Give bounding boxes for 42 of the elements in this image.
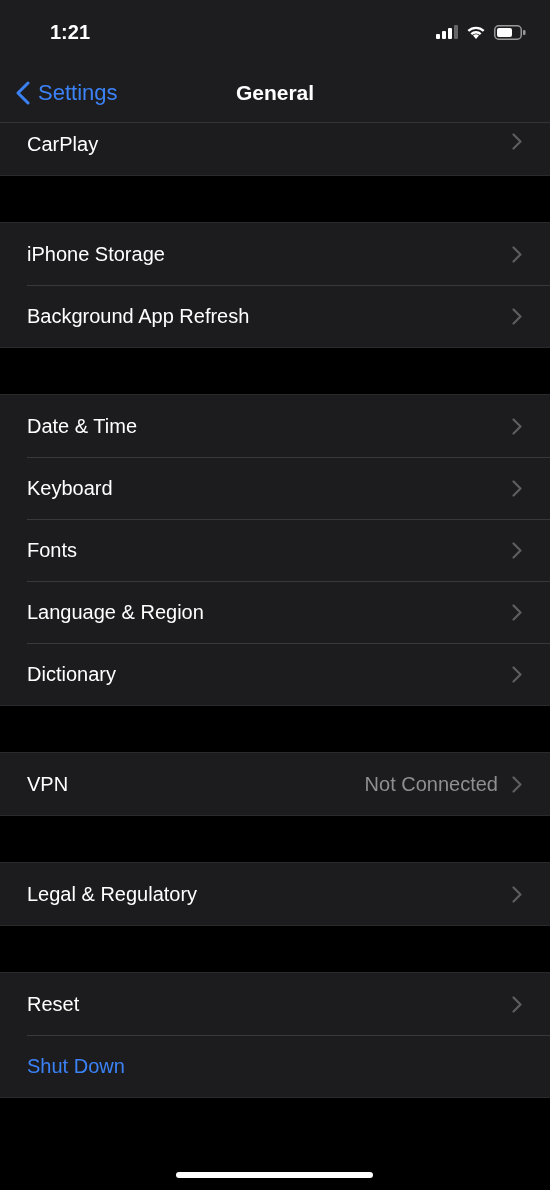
settings-row[interactable]: Date & Time bbox=[0, 395, 550, 457]
settings-row[interactable]: CarPlay bbox=[0, 123, 550, 175]
row-label: Legal & Regulatory bbox=[27, 882, 199, 906]
settings-row[interactable]: iPhone Storage bbox=[0, 223, 550, 285]
row-value: Not Connected bbox=[364, 772, 498, 796]
chevron-right-icon bbox=[512, 541, 522, 559]
signal-icon bbox=[436, 25, 458, 39]
settings-row[interactable]: Legal & Regulatory bbox=[0, 863, 550, 925]
settings-row[interactable]: Reset bbox=[0, 973, 550, 1035]
row-label: Date & Time bbox=[27, 414, 139, 438]
row-label: Background App Refresh bbox=[27, 304, 251, 328]
battery-icon bbox=[494, 24, 526, 40]
row-label: iPhone Storage bbox=[27, 242, 166, 266]
chevron-right-icon bbox=[512, 885, 522, 903]
screen-title: General bbox=[235, 81, 315, 104]
chevron-right-icon bbox=[512, 665, 522, 683]
row-label: Reset bbox=[27, 992, 81, 1016]
row-label: Fonts bbox=[27, 538, 79, 562]
wifi-icon bbox=[466, 25, 486, 39]
row-label: CarPlay bbox=[27, 133, 100, 156]
settings-row[interactable]: Dictionary bbox=[0, 643, 550, 705]
chevron-right-icon bbox=[512, 307, 522, 325]
settings-row[interactable]: Language & Region bbox=[0, 581, 550, 643]
chevron-right-icon bbox=[512, 245, 522, 263]
settings-row[interactable]: Fonts bbox=[0, 519, 550, 581]
chevron-right-icon bbox=[512, 603, 522, 621]
chevron-left-icon bbox=[16, 81, 30, 105]
chevron-right-icon bbox=[512, 995, 522, 1013]
settings-row[interactable]: Background App Refresh bbox=[0, 285, 550, 347]
row-label: VPN bbox=[27, 772, 70, 796]
chevron-right-icon bbox=[512, 775, 522, 793]
clock-time: 1:21 bbox=[50, 20, 91, 44]
row-label: Dictionary bbox=[27, 662, 117, 686]
shut-down-button[interactable]: Shut Down bbox=[27, 1054, 125, 1078]
settings-row[interactable]: Keyboard bbox=[0, 457, 550, 519]
chevron-right-icon bbox=[512, 479, 522, 497]
row-label: Keyboard bbox=[27, 476, 114, 500]
row-label: Language & Region bbox=[27, 600, 205, 624]
back-button[interactable]: Settings bbox=[0, 71, 128, 115]
chevron-right-icon bbox=[512, 133, 522, 150]
chevron-right-icon bbox=[512, 417, 522, 435]
settings-row[interactable]: VPN Not Connected bbox=[0, 753, 550, 815]
